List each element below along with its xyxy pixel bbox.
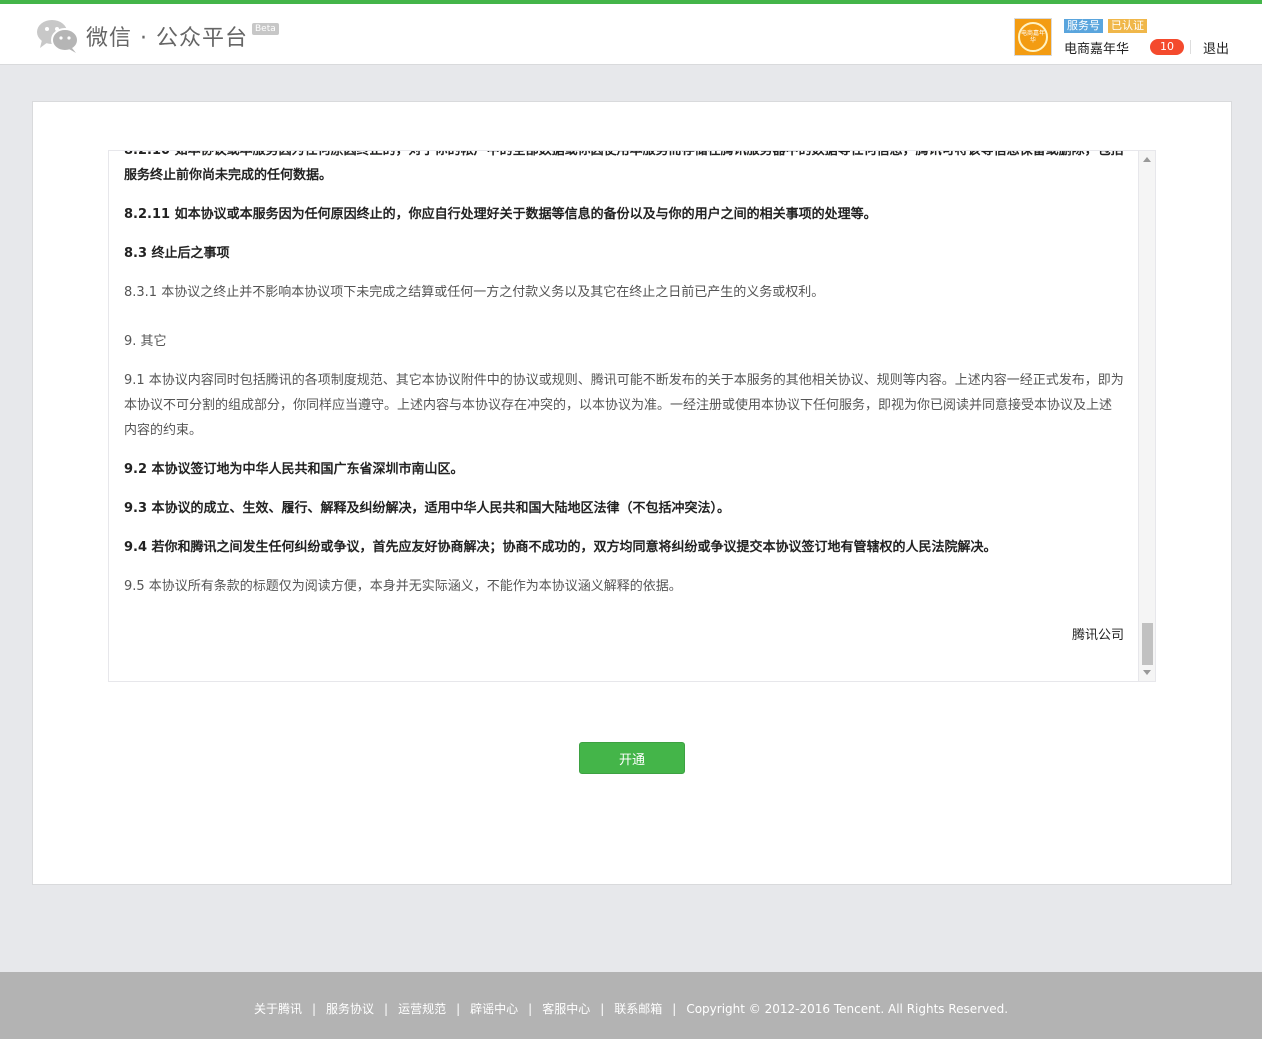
top-bar: 微信 · 公众平台 Beta 电商嘉年华 服务号 已认证 电商嘉年华 10 退出: [0, 0, 1262, 65]
footer-links: 关于腾讯 | 服务协议 | 运营规范 | 辟谣中心 | 客服中心 | 联系邮箱 | Copyright …: [0, 1000, 1262, 1017]
verified-tag: 已认证: [1108, 19, 1147, 33]
account-panel: 电商嘉年华 服务号 已认证 电商嘉年华 10 退出: [1014, 18, 1244, 58]
signature: 腾讯公司: [1071, 628, 1124, 643]
scroll-thumb[interactable]: [1142, 623, 1153, 665]
footer-separator: |: [456, 1002, 461, 1016]
clause-8-2-11: 8.2.11 如本协议或本服务因为任何原因终止的，你应自行处理好关于数据等信息的…: [124, 207, 877, 222]
wechat-chat-bubbles-icon: [36, 18, 80, 54]
footer-separator: |: [672, 1002, 677, 1016]
footer-separator: |: [311, 1002, 317, 1016]
main-card: 8.2.10 如本协议或本服务因为任何原因终止的，对于你的帐户中的全部数据或你因…: [32, 101, 1232, 885]
footer-link-service-agreement[interactable]: 服务协议: [326, 1002, 374, 1016]
clause-9-5: 9.5 本协议所有条款的标题仅为阅读方便，本身并无实际涵义，不能作为本协议涵义解…: [124, 579, 682, 594]
footer-link-contact-email[interactable]: 联系邮箱: [614, 1002, 662, 1016]
logout-link[interactable]: 退出: [1203, 38, 1229, 57]
agreement-scrollbar[interactable]: [1138, 151, 1155, 681]
scroll-down-arrow-icon[interactable]: [1143, 670, 1151, 675]
header-divider: [1190, 40, 1191, 54]
agreement-scroll-box[interactable]: 8.2.10 如本协议或本服务因为任何原因终止的，对于你的帐户中的全部数据或你因…: [108, 150, 1156, 682]
account-avatar[interactable]: 电商嘉年华: [1014, 18, 1052, 56]
footer-link-about[interactable]: 关于腾讯: [254, 1002, 302, 1016]
footer-copyright: Copyright © 2012-2016 Tencent. All Right…: [686, 1002, 1009, 1016]
wechat-logo[interactable]: 微信 · 公众平台 Beta: [36, 16, 279, 56]
clause-9-1: 9.1 本协议内容同时包括腾讯的各项制度规范、其它本协议附件中的协议或规则、腾讯…: [124, 373, 1124, 438]
footer: 关于腾讯 | 服务协议 | 运营规范 | 辟谣中心 | 客服中心 | 联系邮箱 | Copyright …: [0, 972, 1262, 1039]
section-9-heading: 9. 其它: [124, 334, 167, 349]
clause-9-4: 9.4 若你和腾讯之间发生任何纠纷或争议，首先应友好协商解决；协商不成功的，双方…: [124, 540, 997, 555]
clause-9-2: 9.2 本协议签订地为中华人民共和国广东省深圳市南山区。: [124, 462, 464, 477]
footer-separator: |: [600, 1002, 605, 1016]
avatar-text: 电商嘉年华: [1018, 22, 1048, 52]
logo-title: 微信 · 公众平台: [86, 26, 248, 51]
clause-8-2-10: 8.2.10 如本协议或本服务因为任何原因终止的，对于你的帐户中的全部数据或你因…: [124, 150, 1124, 183]
agreement-content: 8.2.10 如本协议或本服务因为任何原因终止的，对于你的帐户中的全部数据或你因…: [124, 150, 1124, 662]
scroll-up-arrow-icon[interactable]: [1143, 157, 1151, 162]
service-account-tag: 服务号: [1064, 19, 1103, 33]
beta-badge: Beta: [251, 23, 279, 35]
footer-separator: |: [384, 1002, 389, 1016]
account-name[interactable]: 电商嘉年华: [1064, 38, 1129, 57]
clause-8-3-1: 8.3.1 本协议之终止并不影响本协议项下未完成之结算或任何一方之付款义务以及其…: [124, 285, 825, 300]
footer-link-customer-service[interactable]: 客服中心: [542, 1002, 590, 1016]
footer-link-operation-rules[interactable]: 运营规范: [398, 1002, 446, 1016]
open-button[interactable]: 开通: [579, 742, 685, 774]
message-count-badge[interactable]: 10: [1150, 39, 1184, 55]
clause-9-3: 9.3 本协议的成立、生效、履行、解释及纠纷解决，适用中华人民共和国大陆地区法律…: [124, 501, 731, 516]
footer-separator: |: [528, 1002, 533, 1016]
clause-8-3-heading: 8.3 终止后之事项: [124, 246, 230, 261]
footer-link-rumor-center[interactable]: 辟谣中心: [470, 1002, 518, 1016]
